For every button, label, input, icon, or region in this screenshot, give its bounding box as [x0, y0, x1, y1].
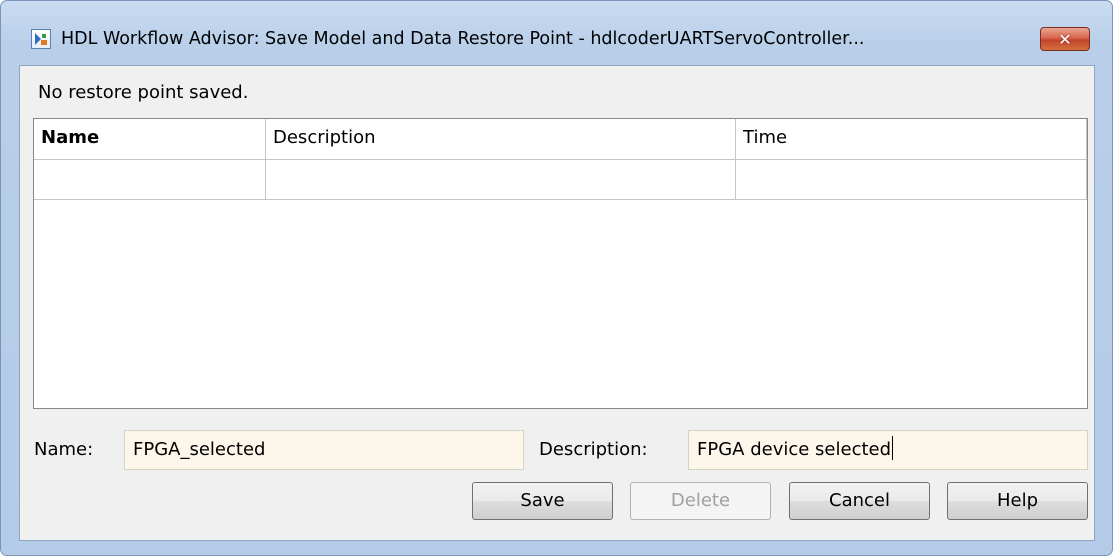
name-label: Name:: [34, 439, 94, 460]
description-field-value: FPGA device selected: [697, 439, 892, 460]
table-cell-time[interactable]: [736, 159, 1087, 199]
workflow-advisor-icon: [31, 29, 51, 49]
table-header: Name Description Time: [34, 119, 1087, 160]
text-cursor: [892, 436, 894, 460]
delete-button[interactable]: Delete: [630, 482, 771, 520]
description-field[interactable]: FPGA device selected: [688, 430, 1088, 470]
restore-point-form: Name: FPGA_selected Description: FPGA de…: [20, 430, 1094, 470]
title-bar[interactable]: HDL Workflow Advisor: Save Model and Dat…: [1, 1, 1112, 65]
description-label: Description:: [539, 439, 648, 460]
restore-points-table[interactable]: Name Description Time: [33, 118, 1088, 409]
name-field-value: FPGA_selected: [133, 439, 266, 460]
column-header-time[interactable]: Time: [736, 119, 1087, 159]
dialog-body: No restore point saved. Name Description…: [19, 65, 1095, 541]
window-title: HDL Workflow Advisor: Save Model and Dat…: [61, 29, 865, 49]
status-text: No restore point saved.: [38, 82, 249, 103]
column-header-description[interactable]: Description: [266, 119, 736, 159]
name-field[interactable]: FPGA_selected: [124, 430, 524, 470]
help-button[interactable]: Help: [947, 482, 1088, 520]
cancel-button[interactable]: Cancel: [789, 482, 930, 520]
table-cell-name[interactable]: [34, 159, 266, 199]
close-button[interactable]: ✕: [1040, 27, 1090, 51]
close-icon: ✕: [1058, 29, 1072, 49]
table-row[interactable]: [34, 159, 1087, 200]
table-cell-description[interactable]: [266, 159, 736, 199]
column-header-name[interactable]: Name: [34, 119, 266, 159]
restore-point-dialog: HDL Workflow Advisor: Save Model and Dat…: [0, 0, 1113, 556]
save-button[interactable]: Save: [472, 482, 613, 520]
